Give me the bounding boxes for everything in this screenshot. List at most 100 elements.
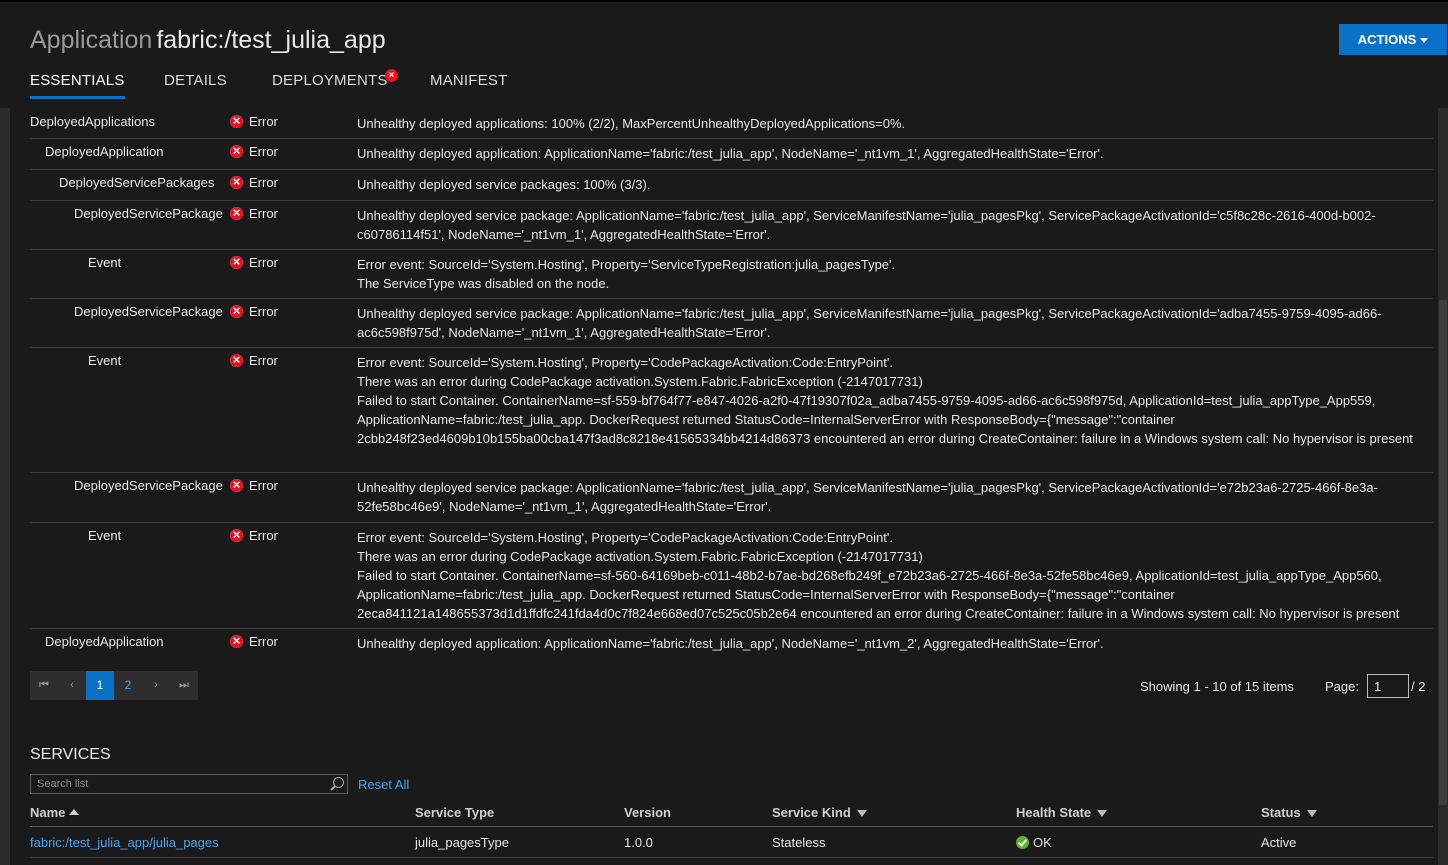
chevron-down-icon bbox=[1420, 38, 1429, 44]
error-icon bbox=[230, 477, 243, 492]
pagination: ⏮ ‹ 1 2 › ⏭ bbox=[30, 671, 198, 700]
description-line: Unhealthy deployed applications: 100% (2… bbox=[357, 116, 906, 131]
description-line: Error event: SourceId='System.Hosting', … bbox=[357, 257, 896, 272]
health-state: Error bbox=[230, 143, 278, 159]
evaluation-description: Unhealthy deployed service packages: 100… bbox=[357, 175, 1427, 194]
services-section-title: SERVICES bbox=[30, 746, 111, 763]
description-line: Error event: SourceId='System.Hosting', … bbox=[357, 530, 893, 545]
reset-all-link[interactable]: Reset All bbox=[358, 777, 409, 792]
col-name-label: Name bbox=[30, 805, 66, 820]
error-icon bbox=[230, 174, 243, 189]
page-2-button[interactable]: 2 bbox=[114, 671, 142, 700]
evaluation-kind: Event bbox=[88, 353, 122, 368]
health-state-cell: OK bbox=[1016, 835, 1052, 850]
description-line: Unhealthy deployed application: Applicat… bbox=[357, 146, 1104, 161]
description-line: The ServiceType was disabled on the node… bbox=[357, 276, 610, 291]
evaluation-description: Unhealthy deployed service package: Appl… bbox=[357, 206, 1427, 244]
evaluation-kind: DeployedApplications bbox=[30, 114, 156, 129]
error-icon bbox=[230, 633, 243, 648]
sort-ascending-icon bbox=[69, 809, 80, 815]
health-state: Error bbox=[230, 254, 278, 270]
health-evaluation-row: DeployedServicePackage Error Unhealthy dep… bbox=[30, 200, 1433, 250]
service-name-link[interactable]: fabric:/test_julia_app/julia_pages bbox=[30, 835, 219, 850]
page-header: Application fabric:/test_julia_app ACTION… bbox=[0, 0, 1448, 108]
health-state: Error bbox=[230, 527, 278, 543]
page-label: Page: bbox=[1325, 679, 1359, 694]
health-evaluation-row: DeployedApplications Error Unhealthy deplo… bbox=[30, 108, 1433, 139]
col-service-kind-label: Service Kind bbox=[772, 805, 851, 820]
description-line: Unhealthy deployed service package: Appl… bbox=[357, 306, 1382, 340]
tab-details[interactable]: DETAILS bbox=[164, 72, 227, 89]
evaluation-description: Error event: SourceId='System.Hosting', … bbox=[357, 353, 1427, 448]
description-line: Unhealthy deployed application: Applicat… bbox=[357, 636, 1104, 651]
left-gutter bbox=[0, 108, 10, 865]
service-kind-cell: Stateless bbox=[772, 835, 826, 850]
tab-essentials[interactable]: ESSENTIALS bbox=[30, 72, 125, 99]
col-health-state[interactable]: Health State bbox=[1016, 805, 1108, 820]
health-state: Error bbox=[230, 113, 278, 129]
evaluation-kind: Event bbox=[88, 255, 122, 270]
col-status-label: Status bbox=[1261, 805, 1301, 820]
evaluation-description: Error event: SourceId='System.Hosting', … bbox=[357, 255, 1427, 293]
health-evaluation-row: DeployedApplication Error Unhealthy deploy… bbox=[30, 628, 1433, 658]
health-evaluation-row: DeployedServicePackages Error Unhealthy de… bbox=[30, 169, 1433, 201]
tab-manifest[interactable]: MANIFEST bbox=[430, 72, 507, 89]
evaluation-description: Unhealthy deployed service package: Appl… bbox=[357, 478, 1427, 516]
status-cell: Active bbox=[1261, 835, 1297, 850]
description-line: Unhealthy deployed service package: Appl… bbox=[357, 208, 1376, 242]
description-line: Error event: SourceId='System.Hosting', … bbox=[357, 355, 893, 370]
health-state-label: Error bbox=[249, 478, 278, 493]
scrollbar-thumb[interactable] bbox=[1439, 300, 1447, 805]
health-state-label: Error bbox=[249, 528, 278, 543]
actions-label: ACTIONS bbox=[1357, 32, 1417, 47]
evaluation-kind: DeployedServicePackage bbox=[74, 304, 223, 319]
prev-page-button[interactable]: ‹ bbox=[58, 671, 86, 700]
next-page-button[interactable]: › bbox=[142, 671, 170, 700]
error-icon bbox=[230, 143, 243, 158]
evaluation-description: Unhealthy deployed application: Applicat… bbox=[357, 634, 1427, 653]
evaluation-description: Unhealthy deployed applications: 100% (2… bbox=[357, 114, 1427, 133]
col-status[interactable]: Status bbox=[1261, 805, 1317, 820]
search-box bbox=[30, 774, 348, 794]
health-state-label: Error bbox=[249, 175, 278, 190]
ok-check-icon bbox=[1016, 836, 1029, 849]
actions-button[interactable]: ACTIONS bbox=[1339, 24, 1447, 55]
evaluation-kind: Event bbox=[88, 528, 122, 543]
col-version[interactable]: Version bbox=[624, 805, 671, 820]
error-icon bbox=[230, 113, 243, 128]
health-state: Error bbox=[230, 303, 278, 319]
health-state-label: Error bbox=[249, 144, 278, 159]
description-line: Unhealthy deployed service package: Appl… bbox=[357, 480, 1378, 514]
entity-name: fabric:/test_julia_app bbox=[156, 26, 386, 54]
col-health-state-label: Health State bbox=[1016, 805, 1092, 820]
first-page-button[interactable]: ⏮ bbox=[30, 671, 58, 700]
service-version-cell: 1.0.0 bbox=[624, 835, 653, 850]
filter-icon[interactable] bbox=[1306, 810, 1317, 817]
page-number-input[interactable] bbox=[1367, 674, 1409, 698]
page-1-button[interactable]: 1 bbox=[86, 671, 114, 700]
health-state-label: OK bbox=[1033, 835, 1052, 850]
evaluation-kind: DeployedServicePackage bbox=[74, 478, 223, 493]
search-icon[interactable] bbox=[333, 777, 344, 788]
col-service-type[interactable]: Service Type bbox=[415, 805, 494, 820]
col-service-kind[interactable]: Service Kind bbox=[772, 805, 867, 820]
health-state: Error bbox=[230, 477, 278, 493]
service-type-cell: julia_pagesType bbox=[415, 835, 509, 850]
page-title: Application fabric:/test_julia_app bbox=[30, 24, 386, 56]
health-state-label: Error bbox=[249, 353, 278, 368]
tab-deployments[interactable]: DEPLOYMENTS bbox=[272, 72, 388, 89]
health-state-label: Error bbox=[249, 304, 278, 319]
evaluation-description: Unhealthy deployed application: Applicat… bbox=[357, 144, 1427, 163]
health-state: Error bbox=[230, 352, 278, 368]
search-input[interactable] bbox=[37, 777, 327, 791]
health-state-label: Error bbox=[249, 206, 278, 221]
filter-icon[interactable] bbox=[1097, 810, 1108, 817]
health-state-label: Error bbox=[249, 255, 278, 270]
last-page-button[interactable]: ⏭ bbox=[170, 671, 198, 700]
health-evaluation-row: DeployedServicePackage Error Unhealthy dep… bbox=[30, 472, 1433, 523]
col-name[interactable]: Name bbox=[30, 805, 80, 820]
health-evaluation-row: DeployedApplication Error Unhealthy deploy… bbox=[30, 138, 1433, 170]
description-line: Failed to start Container. ContainerName… bbox=[357, 568, 1400, 621]
description-line: There was an error during CodePackage ac… bbox=[357, 549, 923, 564]
filter-icon[interactable] bbox=[856, 810, 867, 817]
